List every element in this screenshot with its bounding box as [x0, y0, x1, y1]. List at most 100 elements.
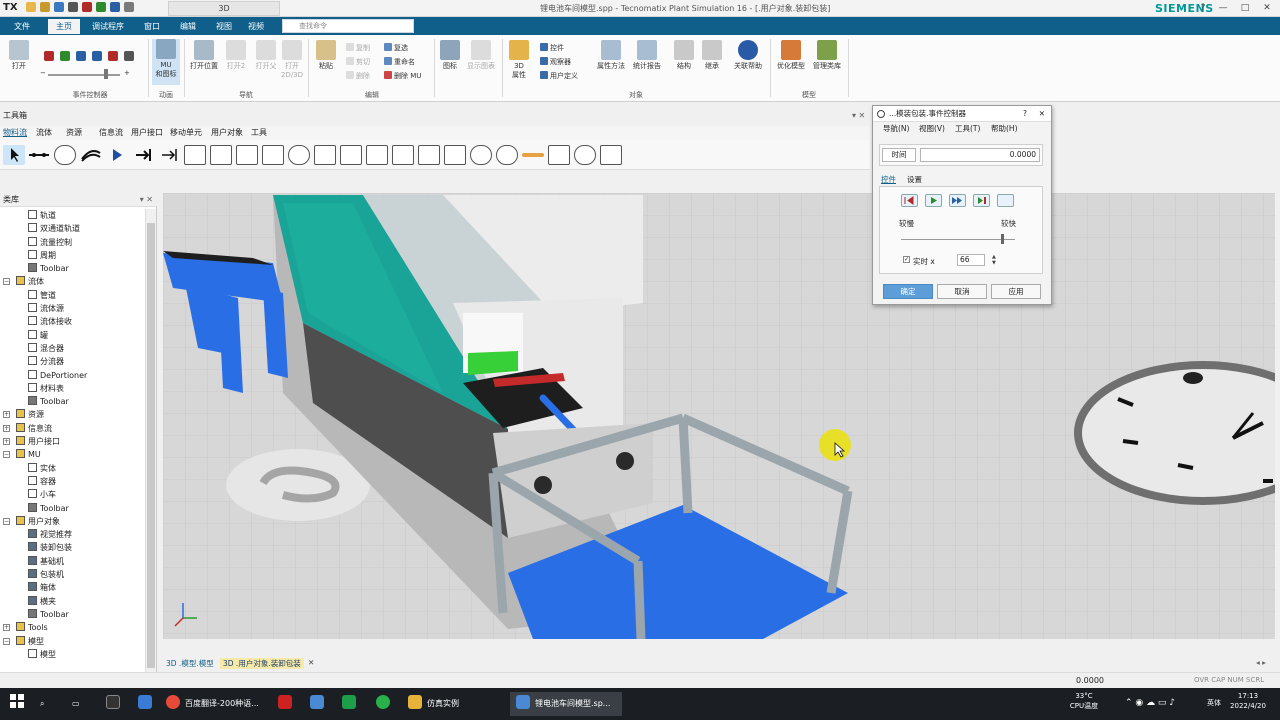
cycle-icon[interactable]	[366, 145, 388, 165]
library-item[interactable]: 模型	[0, 648, 145, 661]
stop-icon[interactable]	[82, 2, 92, 12]
start-menu-icon[interactable]	[10, 692, 30, 716]
tray-icons[interactable]: ⌃ ◉ ☁ ▭ ♪	[1110, 691, 1190, 715]
tab-window[interactable]: 窗口	[136, 19, 168, 34]
paste-button[interactable]: 粘贴	[314, 40, 338, 71]
toolbox-pin-icon[interactable]: ▾ ✕	[852, 110, 865, 122]
observer-button[interactable]: 观察器	[540, 57, 571, 67]
open-folder-icon[interactable]	[40, 2, 50, 12]
tab-view[interactable]: 视图	[208, 19, 240, 34]
show-diagram-button[interactable]: 显示图表	[464, 40, 498, 71]
library-item[interactable]: 双通道轨道	[0, 222, 145, 235]
realtime-small-icon[interactable]	[124, 51, 134, 61]
angular-converter-icon[interactable]	[418, 145, 440, 165]
weighing-icon[interactable]	[548, 145, 570, 165]
library-item[interactable]: 容器	[0, 475, 145, 488]
icons-button[interactable]: 图标	[438, 40, 462, 71]
cancel-button[interactable]: 取消	[937, 284, 987, 299]
menu-help[interactable]: 帮助(H)	[991, 122, 1018, 136]
search-icon[interactable]: ⌕	[40, 692, 56, 716]
doc-tab-model[interactable]: 3D .模型.模型	[166, 658, 214, 669]
dialog-close-icon[interactable]: ✕	[1039, 106, 1045, 122]
event-controller-icon[interactable]	[54, 145, 76, 165]
library-item[interactable]: 管道	[0, 289, 145, 302]
library-item[interactable]: Toolbar	[0, 262, 145, 275]
3d-viewport[interactable]	[163, 193, 1275, 639]
realtime-input[interactable]: 66	[957, 254, 985, 266]
track-icon[interactable]	[496, 145, 518, 165]
start-icon[interactable]	[96, 2, 106, 12]
tab-resources[interactable]: 资源	[66, 127, 82, 138]
realtime-button[interactable]	[997, 194, 1014, 207]
reset-small-icon[interactable]	[44, 51, 54, 61]
library-item[interactable]: Toolbar	[0, 395, 145, 408]
tree-expand-toggle[interactable]: +	[3, 411, 10, 419]
library-item[interactable]: + 用户接口	[0, 435, 145, 448]
shift-icon[interactable]	[262, 145, 284, 165]
tree-expand-toggle[interactable]: +	[3, 438, 10, 446]
taskbar-app-translate[interactable]: 百度翻译-200种语...	[166, 692, 266, 716]
tab-file[interactable]: 文件	[6, 19, 38, 34]
open-2-button[interactable]: 打开2	[222, 40, 250, 71]
assembly-icon[interactable]	[210, 145, 232, 165]
quick-access-dropdown-icon[interactable]	[124, 2, 134, 12]
reset-icon[interactable]	[68, 2, 78, 12]
speed-slider[interactable]	[901, 239, 1015, 240]
library-item[interactable]: 小车	[0, 488, 145, 501]
red-app-icon[interactable]	[278, 692, 294, 716]
mu-icons-button[interactable]: MU 和图标	[152, 39, 180, 85]
menu-view[interactable]: 视图(V)	[919, 122, 945, 136]
context-help-button[interactable]: 关联帮助	[730, 40, 766, 71]
tab-home[interactable]: 主页	[48, 19, 80, 34]
new-file-icon[interactable]	[26, 2, 36, 12]
play-small-icon[interactable]	[60, 51, 70, 61]
context-tab-3d[interactable]: 3D	[168, 1, 280, 16]
library-item[interactable]: + 资源	[0, 408, 145, 421]
cut-button[interactable]: 剪切	[346, 57, 370, 67]
library-item[interactable]: 分流器	[0, 355, 145, 368]
apply-button[interactable]: 应用	[991, 284, 1041, 299]
copy-button[interactable]: 复制	[346, 43, 370, 53]
user-defined-button[interactable]: 用户定义	[540, 71, 578, 81]
command-search-input[interactable]: 查找命令	[282, 19, 414, 33]
library-item[interactable]: 包装机	[0, 568, 145, 581]
dialog-help-icon[interactable]: ?	[1023, 106, 1027, 122]
library-item[interactable]: − 模型	[0, 635, 145, 648]
fast-small-icon[interactable]	[92, 51, 102, 61]
tab-user-objects[interactable]: 用户对象	[211, 127, 243, 138]
ok-button[interactable]: 确定	[883, 284, 933, 299]
tree-expand-toggle[interactable]: −	[3, 278, 10, 286]
stop-small-icon[interactable]	[108, 51, 118, 61]
dismantle-icon[interactable]	[236, 145, 258, 165]
library-item[interactable]: 装卸包装	[0, 541, 145, 554]
speed-slider-thumb[interactable]	[1001, 234, 1005, 244]
library-item[interactable]: Toolbar	[0, 502, 145, 515]
structure-button[interactable]: 结构	[672, 40, 696, 71]
turnplate-icon[interactable]	[470, 145, 492, 165]
doc-tab-close-icon[interactable]: ✕	[308, 658, 314, 667]
parallel-proc-icon[interactable]	[184, 145, 206, 165]
library-item[interactable]: 轨道	[0, 209, 145, 222]
flow-control-icon[interactable]	[574, 145, 596, 165]
delete-button[interactable]: 删除	[346, 71, 370, 81]
tab-user-interface[interactable]: 用户接口	[131, 127, 163, 138]
menu-navigate[interactable]: 导航(N)	[883, 122, 909, 136]
line-icon[interactable]	[392, 145, 414, 165]
single-proc-icon[interactable]	[158, 145, 180, 165]
delete-mu-button[interactable]: 删除 MU	[384, 71, 421, 81]
statistics-report-button[interactable]: 统计报告	[630, 40, 664, 71]
tab-mobile-units[interactable]: 移动单元	[170, 127, 202, 138]
doc-tab-scroll-icon[interactable]: ◂ ▸	[1256, 658, 1266, 667]
controls-button[interactable]: 控件	[540, 43, 564, 53]
tree-structure-icon[interactable]	[600, 145, 622, 165]
inheritance-button[interactable]: 继承	[700, 40, 724, 71]
speed-slider-thumb[interactable]	[104, 69, 108, 79]
speed-slider-track[interactable]	[48, 74, 120, 76]
tab-settings[interactable]: 设置	[907, 174, 922, 185]
library-item[interactable]: 基础机	[0, 555, 145, 568]
menu-tools[interactable]: 工具(T)	[955, 122, 980, 136]
library-item[interactable]: 横夹	[0, 595, 145, 608]
tab-tools[interactable]: 工具	[251, 127, 267, 138]
tree-expand-toggle[interactable]: +	[3, 624, 10, 632]
close-button[interactable]: ✕	[1260, 2, 1274, 14]
